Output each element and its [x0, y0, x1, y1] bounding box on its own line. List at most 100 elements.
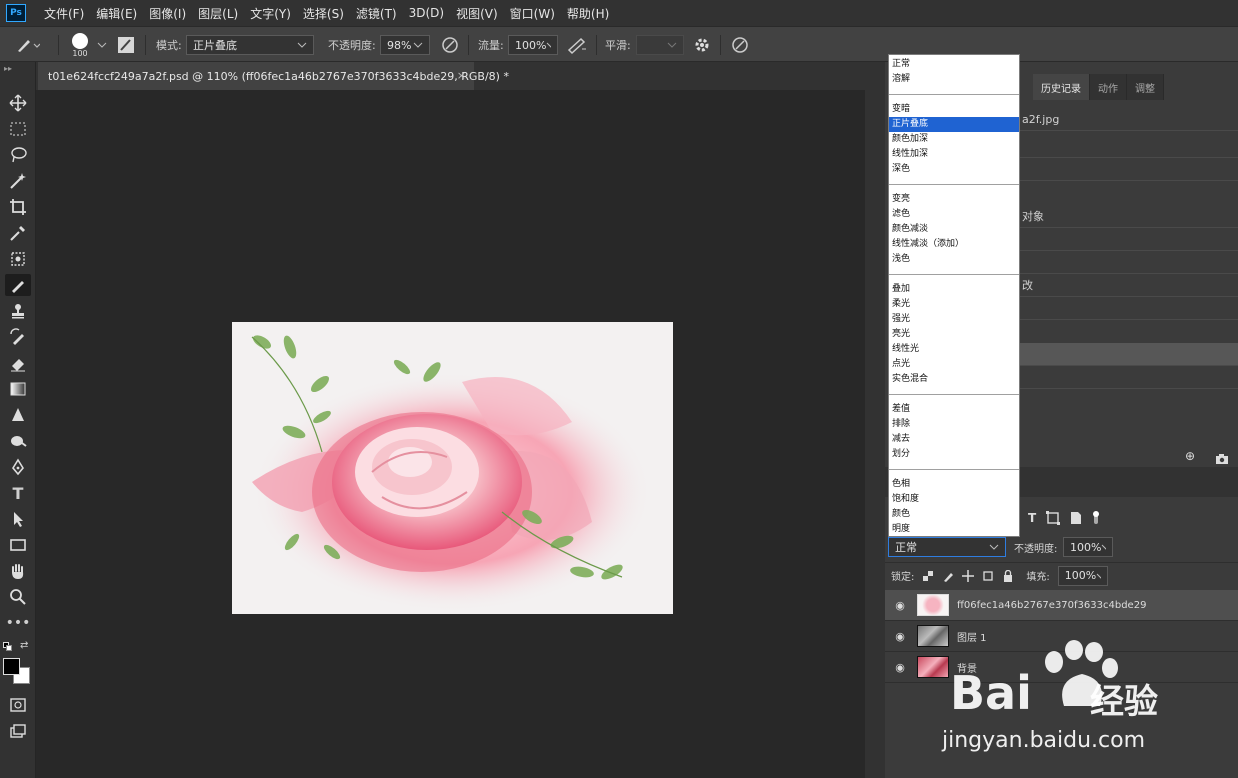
canvas-area[interactable] [37, 90, 865, 778]
layer-blend-mode-select[interactable]: 正常 [888, 537, 1006, 557]
menu-filter[interactable]: 滤镜(T) [350, 5, 403, 22]
menu-file[interactable]: 文件(F) [38, 5, 90, 22]
brush-size-picker[interactable]: 100 [72, 27, 88, 63]
history-row[interactable] [1020, 366, 1238, 389]
foreground-color-swatch[interactable] [3, 658, 20, 675]
layer-row-selected[interactable]: ◉ ff06fec1a46b2767e370f3633c4bde29 [885, 590, 1238, 621]
gear-icon[interactable] [693, 27, 711, 63]
airbrush-icon[interactable] [566, 27, 588, 63]
mode-select[interactable]: 正片叠底 [186, 35, 314, 55]
blend-option[interactable]: 色相 [889, 477, 1019, 492]
lock-transparent-pixels-icon[interactable] [922, 570, 934, 582]
brush-panel-toggle-icon[interactable] [116, 27, 136, 63]
layer-row[interactable]: ◉ 背景 [885, 652, 1238, 683]
default-colors-icon[interactable] [3, 642, 13, 652]
smoothing-field[interactable] [636, 35, 684, 55]
menu-3d[interactable]: 3D(D) [403, 6, 450, 20]
history-brush-tool-icon[interactable] [5, 326, 31, 348]
history-row[interactable] [1020, 135, 1238, 158]
history-row-current[interactable] [1020, 343, 1238, 366]
blend-option[interactable]: 浅色 [889, 252, 1019, 267]
blend-option[interactable]: 线性光 [889, 342, 1019, 357]
photoshop-logo-icon[interactable]: Ps [6, 4, 26, 22]
stamp-tool-icon[interactable] [5, 300, 31, 322]
eraser-tool-icon[interactable] [5, 352, 31, 374]
pressure-size-icon[interactable] [730, 27, 750, 63]
menu-edit[interactable]: 编辑(E) [90, 5, 143, 22]
close-icon[interactable]: × [457, 69, 466, 82]
path-select-tool-icon[interactable] [5, 508, 31, 530]
blend-mode-dropdown[interactable]: 正常 溶解 变暗 正片叠底 颜色加深 线性加深 深色 变亮 滤色 颜色减淡 线性… [888, 54, 1020, 537]
brush-preset-icon[interactable] [14, 27, 40, 63]
blend-option[interactable]: 明度 [889, 522, 1019, 536]
layer-name[interactable]: 图层 1 [957, 629, 987, 644]
zoom-tool-icon[interactable] [5, 586, 31, 608]
screen-mode-icon[interactable] [5, 720, 31, 742]
shape-tool-icon[interactable] [5, 534, 31, 556]
fill-field[interactable]: 100% [1057, 565, 1108, 586]
menu-window[interactable]: 窗口(W) [504, 5, 561, 22]
blend-option[interactable]: 线性加深 [889, 147, 1019, 162]
menu-help[interactable]: 帮助(H) [561, 5, 615, 22]
blend-option[interactable]: 叠加 [889, 282, 1019, 297]
blend-option[interactable]: 柔光 [889, 297, 1019, 312]
type-layer-filter-icon[interactable]: T [1028, 511, 1036, 525]
hand-tool-icon[interactable] [5, 560, 31, 582]
type-tool-icon[interactable]: T [5, 482, 31, 504]
eye-icon[interactable]: ◉ [885, 661, 915, 674]
blend-option[interactable]: 滤色 [889, 207, 1019, 222]
blend-option[interactable]: 排除 [889, 417, 1019, 432]
blend-option[interactable]: 点光 [889, 357, 1019, 372]
history-row[interactable] [1020, 228, 1238, 251]
eye-icon[interactable]: ◉ [885, 599, 915, 612]
layer-row[interactable]: ◉ 图层 1 [885, 621, 1238, 652]
pressure-opacity-icon[interactable] [440, 27, 460, 63]
crop-tool-icon[interactable] [5, 196, 31, 218]
lock-position-icon[interactable] [962, 569, 975, 582]
blend-option[interactable]: 亮光 [889, 327, 1019, 342]
lock-image-pixels-icon[interactable] [942, 570, 954, 582]
blend-option[interactable]: 强光 [889, 312, 1019, 327]
brush-tool-icon[interactable] [5, 274, 31, 296]
smart-object-filter-icon[interactable] [1070, 511, 1082, 525]
layer-opacity-field[interactable]: 100% [1063, 537, 1113, 557]
toolbar-collapse-icon[interactable]: ▸▸ [4, 64, 12, 73]
blend-option[interactable]: 实色混合 [889, 372, 1019, 387]
layer-name[interactable]: ff06fec1a46b2767e370f3633c4bde29 [957, 600, 1146, 611]
blend-option[interactable]: 颜色 [889, 507, 1019, 522]
opacity-field[interactable]: 98% [380, 35, 430, 55]
quick-mask-icon[interactable] [5, 694, 31, 716]
more-tools-icon[interactable]: ••• [5, 612, 31, 634]
pen-tool-icon[interactable] [5, 456, 31, 478]
menu-type[interactable]: 文字(Y) [244, 5, 297, 22]
menu-view[interactable]: 视图(V) [450, 5, 504, 22]
new-document-from-state-icon[interactable]: ⊕ [1185, 449, 1195, 463]
menu-layer[interactable]: 图层(L) [192, 5, 244, 22]
filter-toggle-icon[interactable] [1092, 510, 1100, 526]
shape-layer-filter-icon[interactable] [1046, 511, 1061, 525]
document-image[interactable] [232, 322, 673, 614]
blend-option[interactable]: 划分 [889, 447, 1019, 462]
dodge-tool-icon[interactable] [5, 430, 31, 452]
lock-artboard-icon[interactable] [982, 570, 994, 582]
blend-option[interactable]: 差值 [889, 402, 1019, 417]
eyedropper-tool-icon[interactable] [5, 222, 31, 244]
lock-all-icon[interactable] [1002, 569, 1014, 582]
blend-option[interactable]: 深色 [889, 162, 1019, 177]
blend-option[interactable]: 减去 [889, 432, 1019, 447]
blend-option[interactable]: 颜色加深 [889, 132, 1019, 147]
history-row[interactable] [1020, 158, 1238, 181]
blend-option[interactable]: 溶解 [889, 72, 1019, 87]
history-row[interactable]: 改 [1020, 274, 1238, 297]
magic-wand-tool-icon[interactable] [5, 170, 31, 192]
lasso-tool-icon[interactable] [5, 144, 31, 166]
healing-tool-icon[interactable] [5, 248, 31, 270]
blend-option-selected[interactable]: 正片叠底 [889, 117, 1019, 132]
tab-history[interactable]: 历史记录 [1033, 74, 1090, 100]
layer-name[interactable]: 背景 [957, 660, 977, 675]
gradient-tool-icon[interactable] [5, 378, 31, 400]
blend-option[interactable]: 变亮 [889, 192, 1019, 207]
history-row[interactable] [1020, 297, 1238, 320]
history-row[interactable] [1020, 251, 1238, 274]
document-tab[interactable]: t01e624fccf249a7a2f.psd @ 110% (ff06fec1… [38, 62, 509, 90]
